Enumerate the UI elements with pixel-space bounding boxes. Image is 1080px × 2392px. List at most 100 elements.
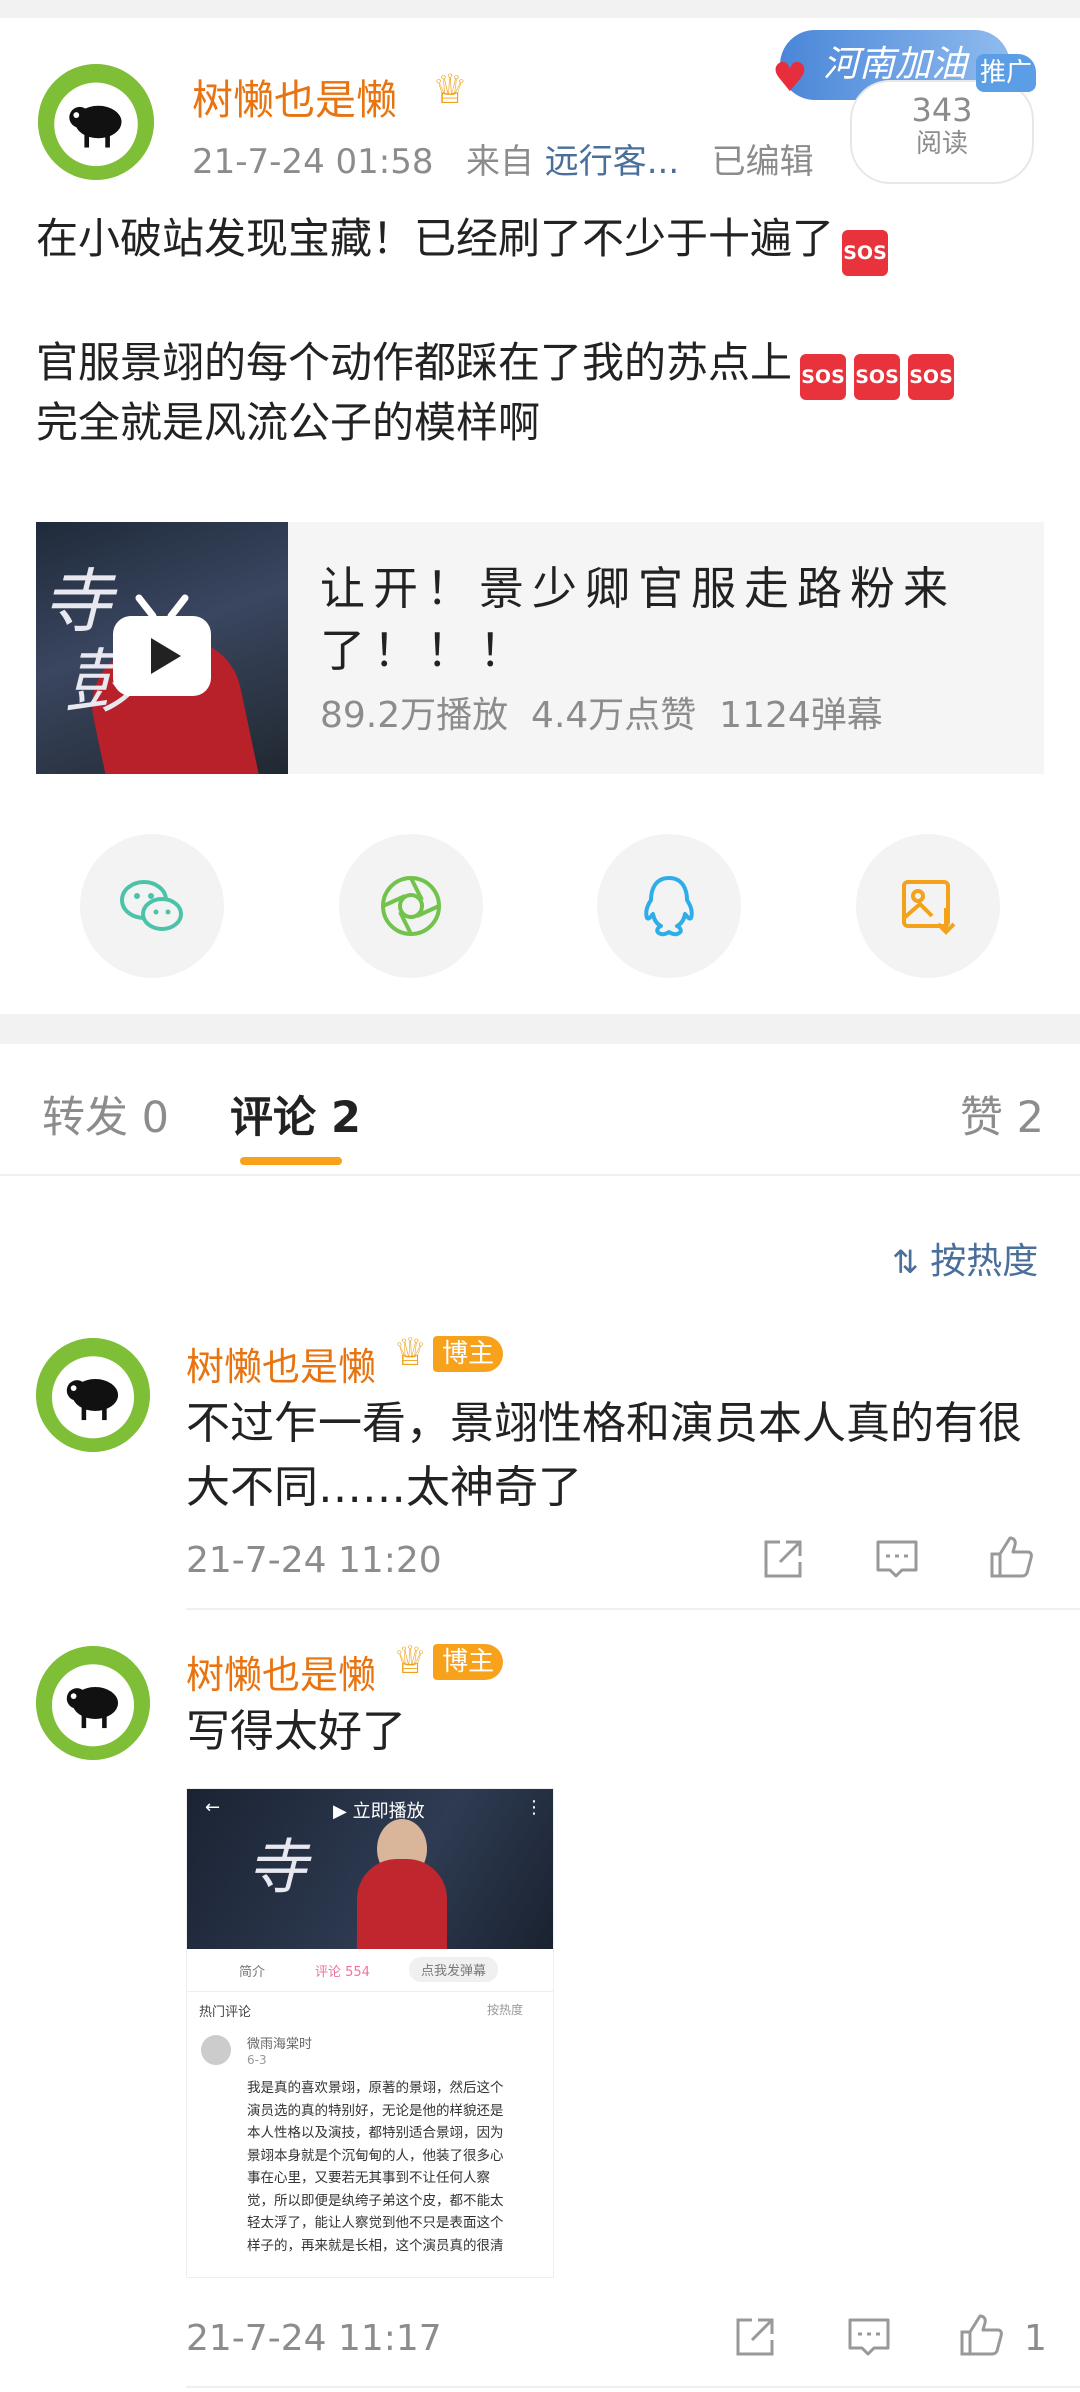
qq-icon [644, 876, 694, 937]
image-comment-line: 景翊本身就是个沉甸甸的人，他装了很多心 [247, 2147, 504, 2164]
like-button[interactable] [986, 1532, 1036, 1582]
top-band [0, 0, 1080, 18]
sos-emoji-icon: SOS [800, 354, 847, 400]
comment-time: 21-7-24 11:20 [186, 1540, 442, 1581]
comment-icon [848, 2318, 890, 2356]
post-text: 官服景翊的每个动作都踩在了我的苏点上 [36, 338, 793, 387]
image-comment-line: 轻太浮了，能让人察觉到他不只是表面这个 [247, 2215, 504, 2231]
play-now-label: 立即播放 [352, 1801, 425, 1822]
sort-button[interactable]: ⇅ 按热度 [892, 1232, 1038, 1284]
share-save-image-button[interactable] [856, 834, 1000, 978]
post-text-line-3: 完全就是风流公子的模样啊 [36, 398, 541, 447]
like-button[interactable] [956, 2310, 1006, 2360]
section-divider [0, 1014, 1080, 1044]
comment-text-line-1: 不过乍一看，景翊性格和演员本人真的有很 [186, 1398, 1022, 1449]
back-arrow-icon: ← [205, 1797, 221, 1818]
video-title-line-2: 了！！！ [320, 624, 533, 677]
author-avatar[interactable] [38, 64, 154, 180]
share-wechat-button[interactable] [80, 834, 224, 978]
comment-text-line-2: 大不同……太神奇了 [186, 1462, 582, 1513]
image-comment-line: 演员选的真的特别好，无论是他的样貌还是 [247, 2102, 504, 2119]
more-icon: ⋮ [525, 1797, 543, 1818]
author-badge-label: 博主 [433, 1336, 504, 1372]
comment-header: 树懒也是懒 ♕ 博主 [186, 1638, 504, 1699]
sort-icon: ⇅ [892, 1243, 919, 1281]
image-comment-line: 我是真的喜欢景翊，原著的景翊，然后这个 [247, 2080, 504, 2096]
sos-emoji-icon: SOS [842, 230, 889, 276]
repost-button[interactable] [758, 1534, 808, 1584]
repost-button[interactable] [730, 2312, 780, 2362]
image-comment-line: 样子的，再来就是长相，这个演员真的很清 [247, 2237, 504, 2254]
commenter-name[interactable]: 树懒也是懒 [186, 1345, 376, 1389]
author-badge: ♕ 博主 [393, 1330, 504, 1374]
share-qq-button[interactable] [597, 834, 741, 978]
commenter-name[interactable]: 树懒也是懒 [186, 1653, 376, 1697]
image-tab-intro: 简介 [239, 1965, 266, 1980]
video-stats: 89.2万播放 4.4万点赞 1124弹幕 [320, 695, 883, 736]
image-comment-body: 我是真的喜欢景翊，原著的景翊，然后这个 演员选的真的特别好，无论是他的样貌还是 … [247, 2077, 543, 2257]
crown-icon: ♕ [393, 1330, 428, 1374]
tab-comment[interactable]: 评论 2 [230, 1083, 361, 1145]
sheep-avatar-icon [38, 64, 154, 180]
author-badge: ♕ 博主 [393, 1638, 504, 1682]
share-moments-button[interactable] [339, 834, 483, 978]
tab-repost[interactable]: 转发 0 [42, 1083, 169, 1145]
crown-icon: ♕ [393, 1638, 428, 1682]
comment-time: 21-7-24 11:17 [186, 2318, 442, 2359]
tab-separator [0, 1174, 1080, 1176]
sos-emoji-icon: SOS [854, 354, 901, 400]
image-comment-line: 本人性格以及演技，都特别适合景翊，因为 [247, 2125, 504, 2141]
play-now: ▶ 立即播放 [333, 1801, 425, 1822]
post-text: 在小破站发现宝藏！已经刷了不少于十遍了 [36, 214, 835, 263]
post-text-line-2: 官服景翊的每个动作都踩在了我的苏点上 SOS SOS SOS [36, 334, 955, 400]
heart-icon: ♥ [772, 55, 808, 101]
comment-text: 不过乍一看，景翊性格和演员本人真的有很 大不同……太神奇了 [186, 1392, 1022, 1520]
post-source-link[interactable]: 远行客... [545, 142, 679, 182]
wechat-icon [120, 880, 183, 931]
comment-icon [876, 1540, 918, 1578]
reply-button[interactable] [844, 2312, 894, 2362]
image-comment-line: 觉，所以即便是纨绔子弟这个皮，都不能太 [247, 2192, 504, 2209]
image-tabs: 简介 评论 554 点我发弹幕 [187, 1949, 553, 1992]
bilibili-play-icon [113, 594, 211, 696]
repost-icon [736, 2318, 774, 2356]
read-count: 343 [911, 91, 973, 129]
image-sort: 按热度 [487, 2003, 524, 2017]
post-text-line-1: 在小破站发现宝藏！已经刷了不少于十遍了 SOS [36, 210, 889, 276]
moments-icon [381, 876, 441, 936]
image-commenter-date: 6-3 [247, 2053, 267, 2067]
video-card[interactable]: 寺 彭 让开！景少卿官服走路粉来 了！！！ 89.2万播放 4.4万点赞 112… [36, 522, 1044, 774]
sheep-avatar-icon [36, 1338, 150, 1452]
video-title-line-1: 让开！景少卿官服走路粉来 [320, 562, 957, 615]
read-count-badge: 343 阅读 [850, 80, 1034, 184]
author-name[interactable]: 树懒也是懒 [192, 66, 397, 126]
vip-crown-icon: ♕ [432, 67, 468, 113]
sort-label: 按热度 [930, 1241, 1039, 1282]
promo-widget[interactable]: 河南加油 ♥ 343 阅读 推广 [772, 30, 1050, 184]
video-thumbnail[interactable]: 寺 彭 [36, 522, 288, 774]
image-commenter-name: 微雨海棠时 [247, 2037, 313, 2052]
save-image-icon [902, 880, 956, 935]
thumbs-up-icon [990, 1536, 1033, 1578]
sheep-avatar-icon [36, 1646, 150, 1760]
image-figure-robe [357, 1859, 447, 1949]
promo-tag: 推广 [976, 54, 1036, 92]
image-comment-line: 事在心里，又要若无其事到不让任何人察 [247, 2170, 490, 2186]
tab-like[interactable]: 赞 2 [960, 1083, 1044, 1145]
thumbs-up-icon [960, 2314, 1003, 2356]
like-count: 1 [1024, 2318, 1047, 2359]
sos-emoji-icon: SOS [908, 354, 955, 400]
image-calligraphy: 寺 [247, 1833, 307, 1903]
image-tab-danmaku: 点我发弹幕 [409, 1957, 499, 1982]
active-tab-indicator [240, 1157, 342, 1165]
comment-image[interactable]: 寺 ← ▶ 立即播放 ⋮ 简介 评论 554 点我发弹幕 热门评论 按热度 微雨… [186, 1788, 554, 2278]
source-prefix: 来自 [465, 142, 534, 182]
reply-button[interactable] [872, 1534, 922, 1584]
video-title: 让开！景少卿官服走路粉来 了！！！ [320, 558, 1020, 682]
commenter-avatar[interactable] [36, 1338, 150, 1452]
image-commenter-avatar [201, 2035, 231, 2065]
image-tab-comments: 评论 554 [315, 1965, 370, 1980]
read-count-label: 阅读 [915, 129, 968, 159]
comment-separator [186, 2386, 1080, 2388]
commenter-avatar[interactable] [36, 1646, 150, 1760]
